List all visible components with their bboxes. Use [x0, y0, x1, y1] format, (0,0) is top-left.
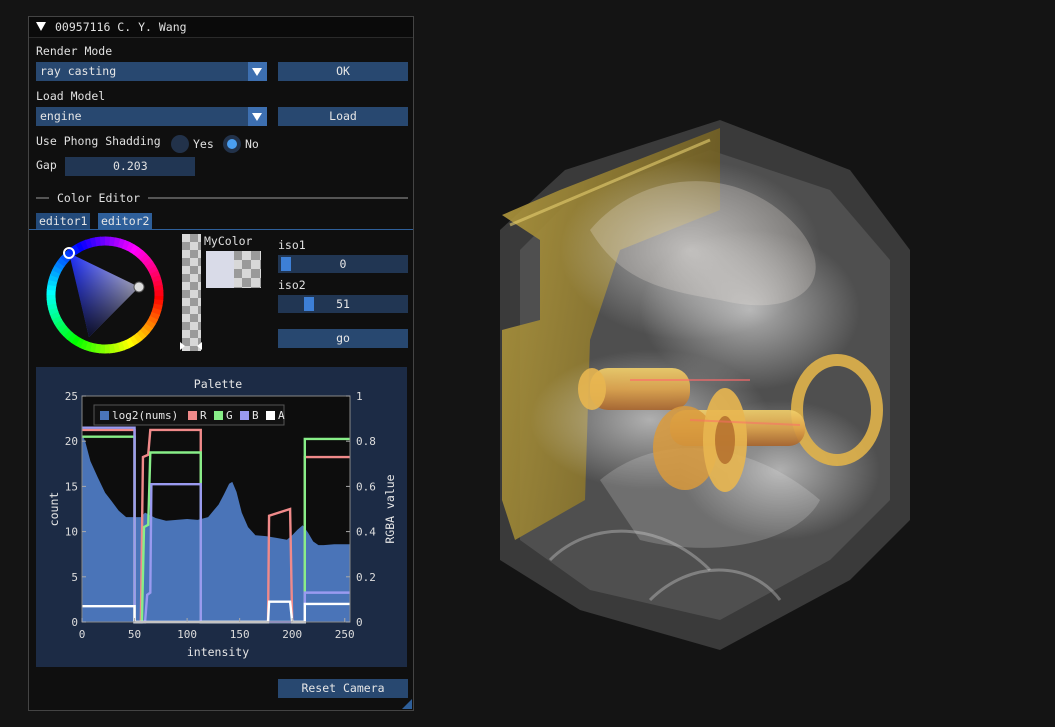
- load-button[interactable]: Load: [278, 107, 408, 126]
- iso2-label: iso2: [278, 278, 306, 292]
- legend-swatch: [214, 411, 223, 420]
- go-button[interactable]: go: [278, 329, 408, 348]
- legend-label: G: [226, 409, 233, 422]
- load-model-select[interactable]: engine: [36, 107, 267, 126]
- alpha-marker-icon[interactable]: [197, 342, 202, 350]
- ok-button[interactable]: OK: [278, 62, 408, 81]
- y2-tick-label: 0.2: [356, 571, 376, 584]
- legend-label: log2(nums): [112, 409, 178, 422]
- x-tick-label: 50: [128, 628, 141, 641]
- x-tick-label: 250: [335, 628, 355, 641]
- render-mode-label: Render Mode: [36, 44, 113, 58]
- x-tick-label: 150: [230, 628, 250, 641]
- window-title: 00957116 C. Y. Wang: [55, 20, 187, 34]
- iso1-slider[interactable]: 0: [278, 255, 408, 273]
- tab-editor1[interactable]: editor1: [36, 213, 91, 229]
- engine-volume-icon: [500, 120, 910, 650]
- color-editor-title: Color Editor: [57, 191, 141, 205]
- color-editor-separator-right: [148, 197, 408, 199]
- load-model-label: Load Model: [36, 89, 106, 103]
- y-tick-label: 5: [71, 571, 78, 584]
- legend-swatch: [266, 411, 275, 420]
- legend-swatch: [188, 411, 197, 420]
- palette-chart[interactable]: Palette 0 50 100 150 200 250051015202500.20.4…: [36, 367, 407, 667]
- iso1-label: iso1: [278, 238, 306, 252]
- render-mode-value: ray casting: [40, 64, 117, 78]
- swatch-label: MyColor: [204, 234, 253, 248]
- y2-tick-label: 1: [356, 390, 363, 403]
- y-tick-label: 20: [65, 435, 78, 448]
- gap-input[interactable]: 0.203: [65, 157, 195, 176]
- saturation-handle: [133, 281, 145, 293]
- resize-grip-icon[interactable]: [402, 699, 412, 709]
- alpha-marker-icon[interactable]: [180, 342, 185, 350]
- legend-swatch: [240, 411, 249, 420]
- y-axis-label: count: [47, 492, 61, 527]
- reset-camera-button[interactable]: Reset Camera: [278, 679, 408, 698]
- gap-value: 0.203: [113, 159, 148, 173]
- y2-tick-label: 0.8: [356, 435, 376, 448]
- tab-underline: [29, 229, 413, 230]
- load-model-value: engine: [40, 109, 82, 123]
- y2-tick-label: 0.6: [356, 480, 376, 493]
- chart-title: Palette: [194, 377, 243, 391]
- phong-yes-label: Yes: [193, 137, 214, 151]
- y-tick-label: 0: [71, 616, 78, 629]
- x-tick-label: 200: [282, 628, 302, 641]
- alpha-bar[interactable]: [182, 234, 201, 351]
- tab-editor2[interactable]: editor2: [98, 213, 153, 229]
- color-wheel[interactable]: [43, 233, 167, 357]
- y-tick-label: 25: [65, 390, 78, 403]
- legend-label: A: [278, 409, 285, 422]
- chevron-down-icon[interactable]: [248, 107, 267, 126]
- y2-tick-label: 0: [356, 616, 363, 629]
- y-tick-label: 15: [65, 480, 78, 493]
- y2-axis-label: RGBA value: [383, 474, 397, 543]
- phong-no-label: No: [245, 137, 259, 151]
- legend-label: R: [200, 409, 207, 422]
- x-tick-label: 100: [177, 628, 197, 641]
- chart-legend: log2(nums) R G B A: [93, 404, 285, 426]
- volume-render-viewport[interactable]: [420, 0, 1055, 727]
- window-titlebar[interactable]: 00957116 C. Y. Wang: [29, 17, 413, 38]
- gap-label: Gap: [36, 158, 57, 172]
- control-panel: 00957116 C. Y. Wang Render Mode ray cast…: [28, 16, 414, 711]
- x-tick-label: 0: [79, 628, 86, 641]
- legend-swatch: [100, 411, 109, 420]
- y2-tick-label: 0.4: [356, 526, 376, 539]
- y-tick-label: 10: [65, 526, 78, 539]
- render-mode-select[interactable]: ray casting: [36, 62, 267, 81]
- iso1-value: 0: [339, 257, 347, 271]
- legend-label: B: [252, 409, 259, 422]
- phong-label: Use Phong Shadding: [36, 134, 161, 148]
- iso2-slider[interactable]: 51: [278, 295, 408, 313]
- x-axis-label: intensity: [187, 645, 249, 659]
- phong-yes-radio[interactable]: [171, 135, 189, 153]
- color-editor-separator-left: [36, 197, 49, 199]
- phong-no-radio[interactable]: [223, 135, 241, 153]
- chevron-down-icon[interactable]: [248, 62, 267, 81]
- iso2-value: 51: [336, 297, 350, 311]
- color-swatch-fill: [206, 251, 234, 288]
- collapse-arrow-icon[interactable]: [36, 22, 46, 31]
